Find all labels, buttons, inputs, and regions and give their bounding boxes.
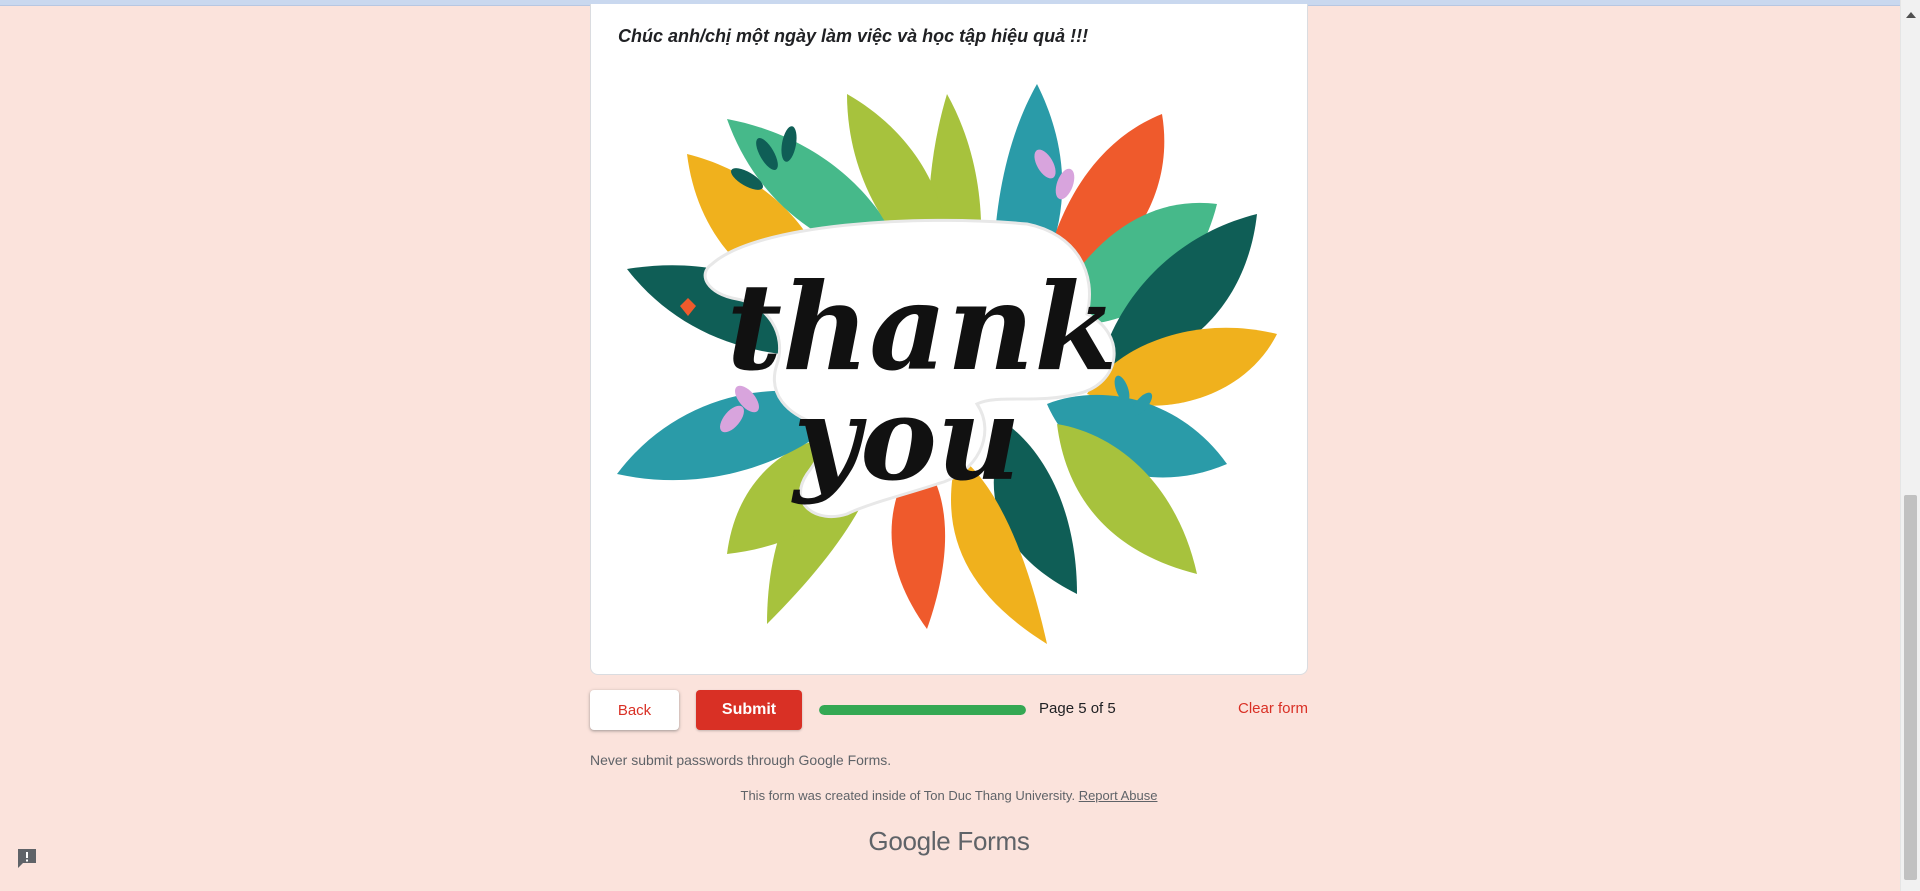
vertical-scrollbar[interactable] (1900, 0, 1920, 891)
logo-google-text: Google (868, 826, 951, 856)
thank-you-illustration: thank you (617, 84, 1277, 644)
form-origin-text: This form was created inside of Ton Duc … (740, 788, 1076, 803)
page-indicator: Page 5 of 5 (1039, 700, 1116, 717)
form-navigation: Back Submit Page 5 of 5 Clear form (590, 690, 1308, 732)
you-word: you (790, 372, 1020, 507)
clear-form-button[interactable]: Clear form (1238, 700, 1308, 717)
scrollbar-thumb[interactable] (1904, 495, 1917, 880)
google-forms-logo[interactable]: Google Forms (590, 826, 1308, 857)
form-section-card: Chúc anh/chị một ngày làm việc và học tậ… (590, 4, 1308, 675)
form-origin-note: This form was created inside of Ton Duc … (590, 788, 1308, 803)
logo-forms-text: Forms (957, 826, 1030, 856)
progress-bar-fill (819, 705, 1026, 715)
submit-button[interactable]: Submit (696, 690, 802, 730)
back-button[interactable]: Back (590, 690, 679, 730)
feedback-icon[interactable] (16, 847, 38, 869)
thank-you-message: Chúc anh/chị một ngày làm việc và học tậ… (618, 26, 1089, 46)
report-abuse-link[interactable]: Report Abuse (1079, 788, 1158, 803)
chevron-up-icon[interactable] (1901, 7, 1920, 21)
password-warning: Never submit passwords through Google Fo… (590, 752, 892, 768)
progress-bar (819, 705, 1026, 715)
